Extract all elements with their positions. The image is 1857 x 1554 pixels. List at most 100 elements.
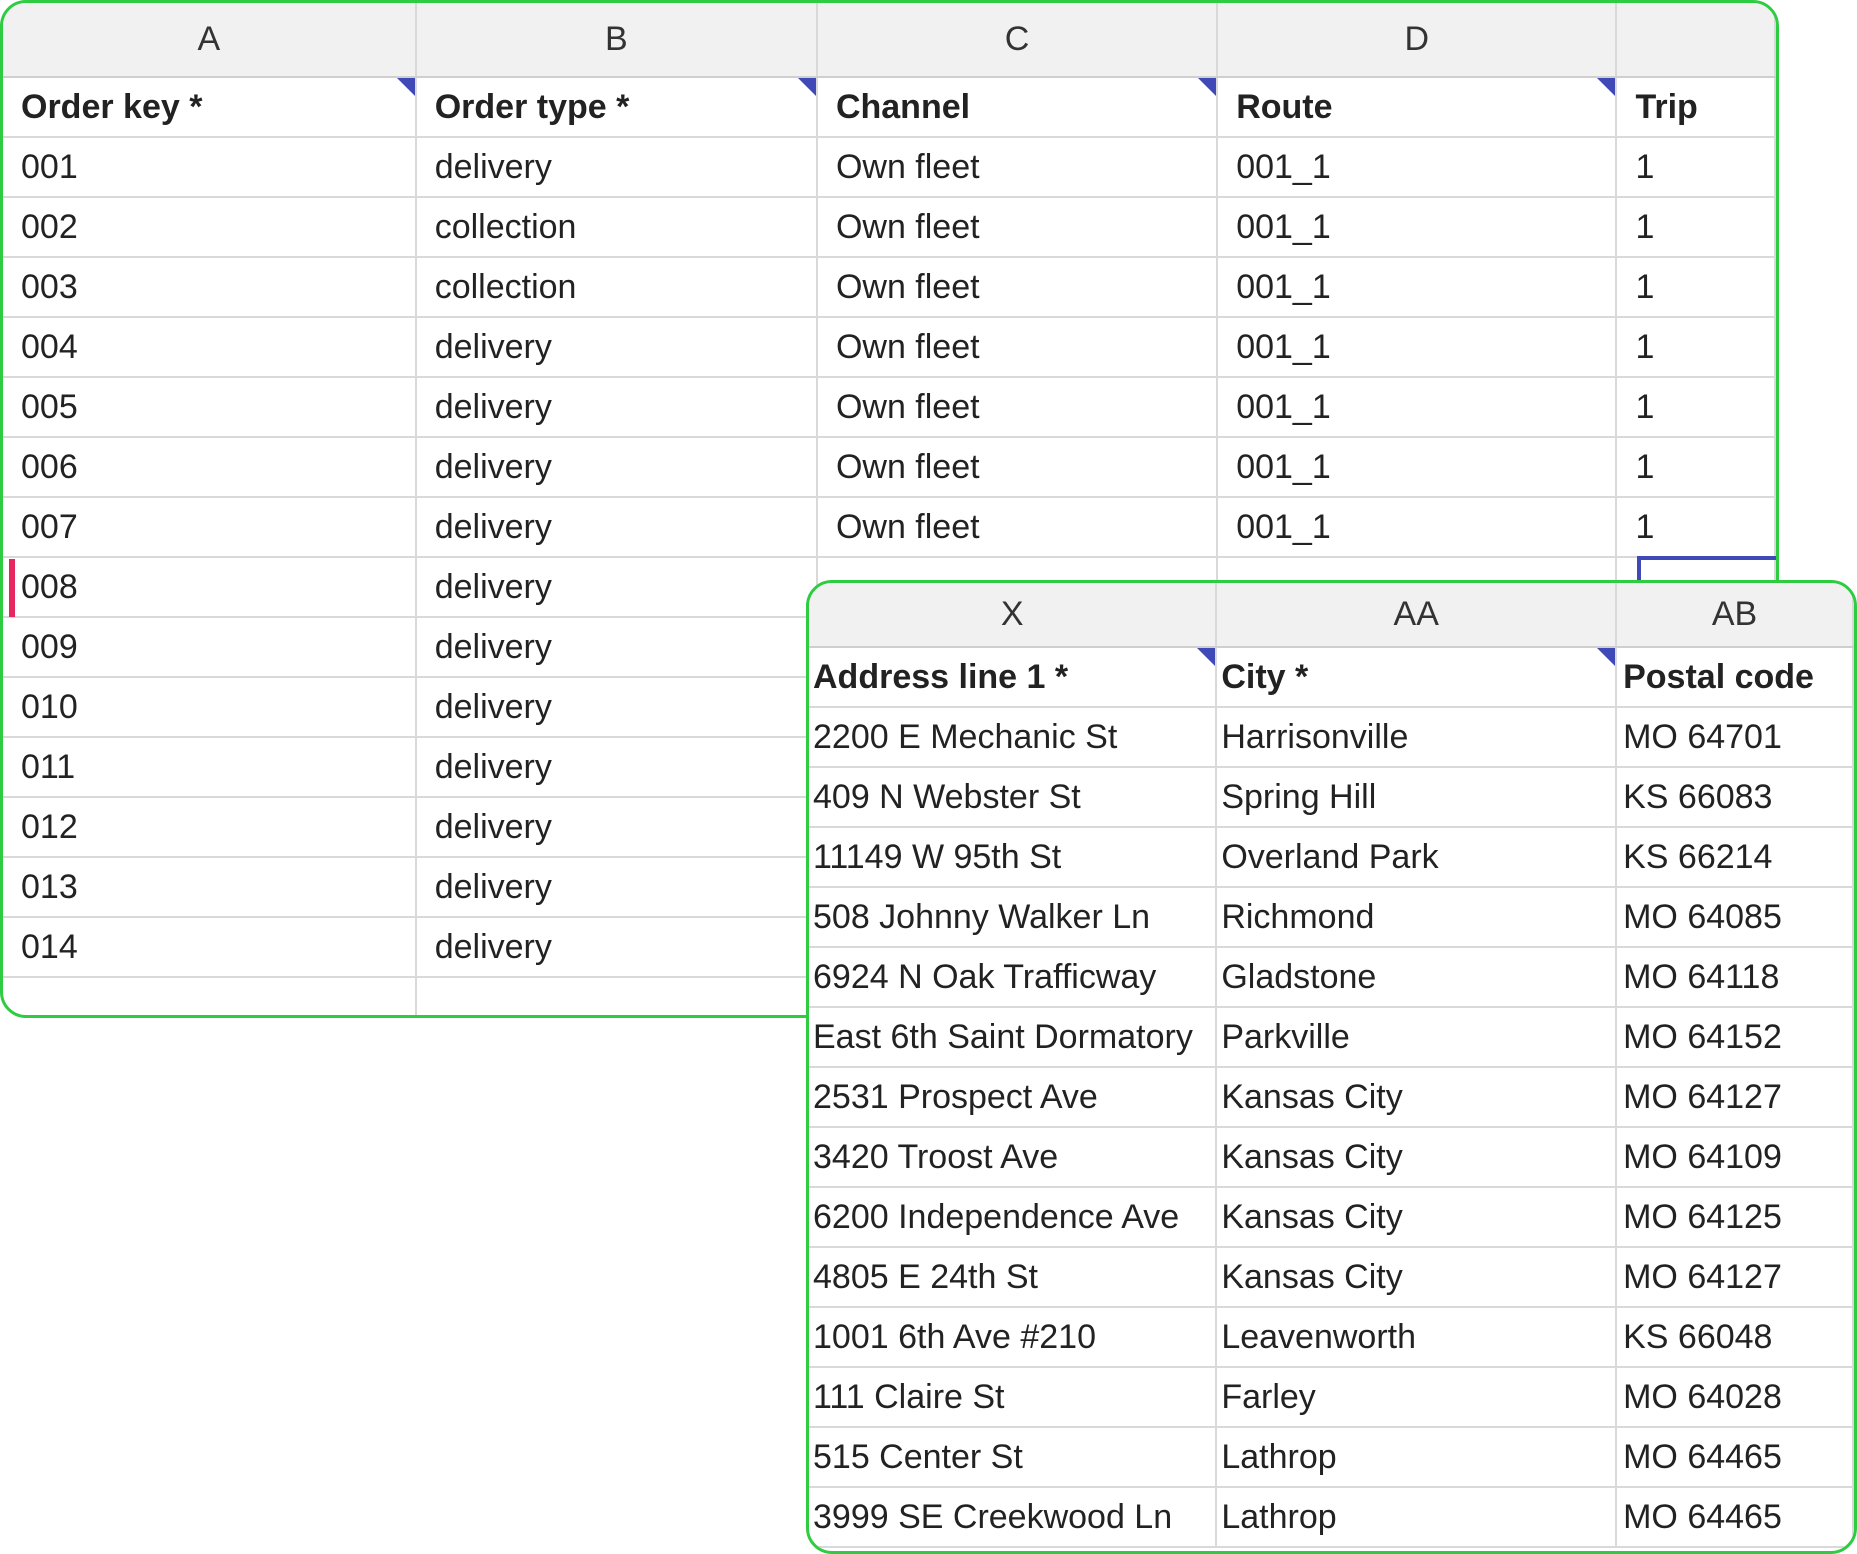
table-cell[interactable]: 001_1 <box>1217 377 1618 438</box>
table-cell[interactable]: Lathrop <box>1216 1487 1618 1548</box>
column-letter-header[interactable]: D <box>1217 3 1618 78</box>
field-header-cell[interactable]: Channel <box>816 77 1219 138</box>
table-cell[interactable]: KS 66083 <box>1616 767 1854 828</box>
table-cell[interactable]: 007 <box>3 497 417 558</box>
table-cell[interactable]: 11149 W 95th St <box>809 827 1218 888</box>
table-cell[interactable]: 4805 E 24th St <box>809 1247 1218 1308</box>
table-cell[interactable]: delivery <box>415 317 818 378</box>
table-cell[interactable]: 111 Claire St <box>809 1367 1218 1428</box>
table-cell[interactable]: MO 64118 <box>1616 947 1854 1008</box>
table-cell[interactable]: MO 64127 <box>1616 1067 1854 1128</box>
table-cell[interactable]: KS 66048 <box>1616 1307 1854 1368</box>
table-cell[interactable]: delivery <box>415 557 818 618</box>
column-letter-header[interactable]: AA <box>1216 583 1618 648</box>
table-cell[interactable]: 6200 Independence Ave <box>809 1187 1218 1248</box>
table-cell[interactable]: Spring Hill <box>1216 767 1618 828</box>
table-cell[interactable]: 001_1 <box>1217 497 1618 558</box>
table-cell[interactable]: 003 <box>3 257 417 318</box>
table-cell[interactable]: 001 <box>3 137 417 198</box>
table-cell[interactable]: delivery <box>415 617 818 678</box>
column-letter-header[interactable]: B <box>415 3 818 78</box>
table-cell[interactable]: 013 <box>3 857 417 918</box>
table-cell[interactable]: 011 <box>3 737 417 798</box>
field-header-cell[interactable]: City * <box>1216 647 1618 708</box>
column-letter-header[interactable]: X <box>809 583 1218 648</box>
table-cell[interactable]: Kansas City <box>1216 1187 1618 1248</box>
table-cell[interactable]: delivery <box>415 497 818 558</box>
table-cell[interactable]: 004 <box>3 317 417 378</box>
table-cell[interactable]: 2531 Prospect Ave <box>809 1067 1218 1128</box>
table-cell[interactable]: delivery <box>415 797 818 858</box>
table-cell[interactable]: collection <box>415 257 818 318</box>
table-cell[interactable]: 009 <box>3 617 417 678</box>
table-cell[interactable]: MO 64085 <box>1616 887 1854 948</box>
table-cell[interactable]: 001_1 <box>1217 137 1618 198</box>
table-cell[interactable]: Own fleet <box>816 437 1219 498</box>
table-cell[interactable]: 6924 N Oak Trafficway <box>809 947 1218 1008</box>
table-cell[interactable]: 001_1 <box>1217 317 1618 378</box>
field-header-cell[interactable]: Order type * <box>415 77 818 138</box>
table-cell[interactable]: 012 <box>3 797 417 858</box>
table-cell[interactable]: Own fleet <box>816 257 1219 318</box>
table-cell[interactable]: Farley <box>1216 1367 1618 1428</box>
table-cell[interactable]: MO 64125 <box>1616 1187 1854 1248</box>
table-cell[interactable]: Own fleet <box>816 197 1219 258</box>
table-cell[interactable]: delivery <box>415 677 818 738</box>
table-cell[interactable]: 1 <box>1616 497 1776 558</box>
table-cell[interactable]: 008 <box>3 557 417 618</box>
table-cell[interactable]: 001_1 <box>1217 437 1618 498</box>
table-cell[interactable]: Own fleet <box>816 137 1219 198</box>
field-header-cell[interactable]: Address line 1 * <box>809 647 1218 708</box>
table-cell[interactable]: 006 <box>3 437 417 498</box>
table-cell[interactable]: 010 <box>3 677 417 738</box>
table-cell[interactable]: delivery <box>415 857 818 918</box>
table-cell[interactable]: Harrisonville <box>1216 707 1618 768</box>
table-cell[interactable]: delivery <box>415 737 818 798</box>
empty-cell[interactable] <box>415 977 818 1015</box>
table-cell[interactable]: MO 64152 <box>1616 1007 1854 1068</box>
table-cell[interactable]: 3999 SE Creekwood Ln <box>809 1487 1218 1548</box>
field-header-cell[interactable]: Postal code <box>1616 647 1854 708</box>
table-cell[interactable]: Kansas City <box>1216 1247 1618 1308</box>
table-cell[interactable]: Richmond <box>1216 887 1618 948</box>
table-cell[interactable]: MO 64465 <box>1616 1427 1854 1488</box>
table-cell[interactable]: delivery <box>415 437 818 498</box>
table-cell[interactable]: Kansas City <box>1216 1127 1618 1188</box>
table-cell[interactable]: Own fleet <box>816 317 1219 378</box>
table-cell[interactable]: 3420 Troost Ave <box>809 1127 1218 1188</box>
table-cell[interactable]: Gladstone <box>1216 947 1618 1008</box>
field-header-cell[interactable]: Trip <box>1616 77 1776 138</box>
table-cell[interactable]: Lathrop <box>1216 1427 1618 1488</box>
table-cell[interactable]: delivery <box>415 917 818 978</box>
table-cell[interactable]: East 6th Saint Dormatory <box>809 1007 1218 1068</box>
table-cell[interactable]: MO 64465 <box>1616 1487 1854 1548</box>
table-cell[interactable]: 409 N Webster St <box>809 767 1218 828</box>
table-cell[interactable]: 1 <box>1616 317 1776 378</box>
field-header-cell[interactable]: Order key * <box>3 77 417 138</box>
table-cell[interactable]: 1 <box>1616 437 1776 498</box>
table-cell[interactable]: 1 <box>1616 197 1776 258</box>
table-cell[interactable]: Own fleet <box>816 497 1219 558</box>
table-cell[interactable]: delivery <box>415 137 818 198</box>
table-cell[interactable]: KS 66214 <box>1616 827 1854 888</box>
table-cell[interactable]: Kansas City <box>1216 1067 1618 1128</box>
table-cell[interactable]: Parkville <box>1216 1007 1618 1068</box>
table-cell[interactable]: Overland Park <box>1216 827 1618 888</box>
table-cell[interactable]: 1 <box>1616 377 1776 438</box>
table-cell[interactable]: MO 64109 <box>1616 1127 1854 1188</box>
table-cell[interactable]: 001_1 <box>1217 197 1618 258</box>
table-cell[interactable]: Own fleet <box>816 377 1219 438</box>
table-cell[interactable]: 1 <box>1616 137 1776 198</box>
table-cell[interactable]: 515 Center St <box>809 1427 1218 1488</box>
table-cell[interactable]: 001_1 <box>1217 257 1618 318</box>
column-letter-header[interactable] <box>1616 3 1776 78</box>
field-header-cell[interactable]: Route <box>1217 77 1618 138</box>
table-cell[interactable]: 508 Johnny Walker Ln <box>809 887 1218 948</box>
table-cell[interactable]: MO 64028 <box>1616 1367 1854 1428</box>
column-letter-header[interactable]: A <box>3 3 417 78</box>
table-cell[interactable]: Leavenworth <box>1216 1307 1618 1368</box>
table-cell[interactable]: 2200 E Mechanic St <box>809 707 1218 768</box>
table-cell[interactable]: 014 <box>3 917 417 978</box>
table-cell[interactable]: MO 64127 <box>1616 1247 1854 1308</box>
empty-cell[interactable] <box>3 977 417 1015</box>
